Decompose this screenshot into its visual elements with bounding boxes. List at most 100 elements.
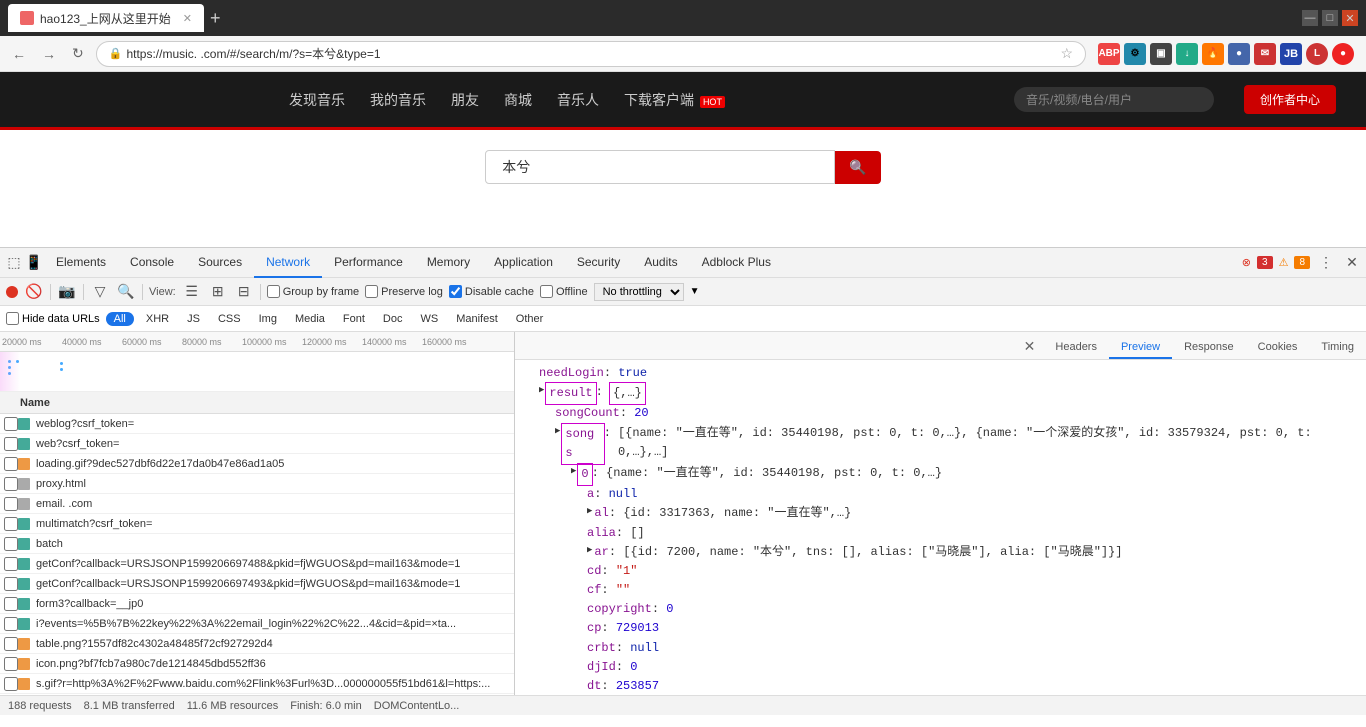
list-item[interactable]: loading.gif?9dec527dbf6d22e17da0b47e86ad… [0,454,514,474]
tab-response[interactable]: Response [1172,337,1246,359]
tab-audits[interactable]: Audits [632,248,689,278]
list-item[interactable]: multimatch?csrf_token= [0,514,514,534]
request-checkbox[interactable] [4,637,18,651]
request-checkbox[interactable] [4,537,18,551]
filter-js[interactable]: JS [181,312,206,326]
ext-abp[interactable]: ABP [1098,43,1120,65]
list-item[interactable]: s.gif?r=http%3A%2F%2Fwww.baidu.com%2Flin… [0,674,514,694]
ext-7[interactable]: ✉ [1254,43,1276,65]
minimize-button[interactable]: — [1302,10,1318,26]
filter-ws[interactable]: WS [414,312,444,326]
list-item[interactable]: form3?callback=__jp0 [0,594,514,614]
tab-console[interactable]: Console [118,248,186,278]
search-button[interactable]: 🔍 [835,151,880,184]
preserve-log-label[interactable]: Preserve log [365,285,443,298]
ext-5[interactable]: 🔥 [1202,43,1224,65]
tab-security[interactable]: Security [565,248,632,278]
offline-label[interactable]: Offline [540,285,588,298]
tab-adblock[interactable]: Adblock Plus [690,248,783,278]
view-list-button[interactable]: ☰ [182,282,202,302]
result-expand[interactable]: ▶ [539,383,544,397]
tab-close-button[interactable]: ✕ [183,12,192,25]
filter-xhr[interactable]: XHR [140,312,175,326]
tab-memory[interactable]: Memory [415,248,482,278]
clear-button[interactable]: 🚫 [24,282,44,302]
nav-friends[interactable]: 朋友 [451,90,479,110]
disable-cache-label[interactable]: Disable cache [449,285,534,298]
filter-media[interactable]: Media [289,312,331,326]
list-item[interactable]: i?events=%5B%7B%22key%22%3A%22email_logi… [0,614,514,634]
request-checkbox[interactable] [4,677,18,691]
filter-font[interactable]: Font [337,312,371,326]
hide-data-checkbox[interactable] [6,312,19,325]
devtools-more-button[interactable]: ⋮ [1316,253,1336,273]
tab-performance[interactable]: Performance [322,248,415,278]
request-checkbox[interactable] [4,437,18,451]
request-checkbox[interactable] [4,557,18,571]
active-tab[interactable]: hao123_上网从这里开始 ✕ [8,4,204,32]
filter-button[interactable]: ▽ [90,282,110,302]
tab-timing[interactable]: Timing [1309,337,1366,359]
tab-preview[interactable]: Preview [1109,337,1172,359]
maximize-button[interactable]: □ [1322,10,1338,26]
request-checkbox[interactable] [4,657,18,671]
ext-jb[interactable]: JB [1280,43,1302,65]
list-item[interactable]: batch [0,534,514,554]
hide-data-label[interactable]: Hide data URLs [6,312,100,325]
bookmark-icon[interactable]: ☆ [1060,45,1073,62]
view-tree-button[interactable]: ⊟ [234,282,254,302]
filter-img[interactable]: Img [253,312,283,326]
devtools-close-button[interactable]: ✕ [1342,253,1362,273]
ext-6[interactable]: ● [1228,43,1250,65]
request-checkbox[interactable] [4,577,18,591]
filter-all[interactable]: All [106,312,134,326]
site-search-box[interactable]: 音乐/视频/电台/用户 [1014,87,1214,112]
reload-button[interactable]: ↻ [68,43,88,64]
search-input[interactable] [485,150,835,184]
list-item[interactable]: web?csrf_token= [0,434,514,454]
list-item[interactable]: icon.png?bf7fcb7a980c7de1214845dbd552ff3… [0,654,514,674]
group-frame-checkbox[interactable] [267,285,280,298]
list-item[interactable]: getConf?callback=URSJSONP1599206697493&p… [0,574,514,594]
filter-other[interactable]: Other [510,312,550,326]
ar-expand[interactable]: ▶ [587,543,592,557]
search-button[interactable]: 🔍 [116,282,136,302]
filter-doc[interactable]: Doc [377,312,409,326]
request-checkbox[interactable] [4,617,18,631]
offline-checkbox[interactable] [540,285,553,298]
ext-3[interactable]: ▣ [1150,43,1172,65]
songs-expand[interactable]: ▶ [555,424,560,438]
tab-elements[interactable]: Elements [44,248,118,278]
new-tab-button[interactable]: + [210,8,221,29]
request-checkbox[interactable] [4,477,18,491]
nav-download[interactable]: 下载客户端 HOT [624,90,725,110]
al-expand[interactable]: ▶ [587,504,592,518]
view-large-button[interactable]: ⊞ [208,282,228,302]
filter-css[interactable]: CSS [212,312,247,326]
filter-manifest[interactable]: Manifest [450,312,504,326]
request-checkbox[interactable] [4,517,18,531]
request-checkbox[interactable] [4,497,18,511]
close-button[interactable]: ✕ [1342,10,1358,26]
ext-last[interactable]: ● [1332,43,1354,65]
record-button[interactable] [6,286,18,298]
disable-cache-checkbox[interactable] [449,285,462,298]
request-checkbox[interactable] [4,457,18,471]
back-button[interactable]: ← [8,44,30,64]
list-item[interactable]: email. .com [0,494,514,514]
request-checkbox[interactable] [4,597,18,611]
url-box[interactable]: 🔒 https://music. .com/#/search/m/?s=本兮&t… [96,41,1086,67]
tab-cookies[interactable]: Cookies [1246,337,1310,359]
ext-4[interactable]: ↓ [1176,43,1198,65]
nav-mymusic[interactable]: 我的音乐 [370,90,426,110]
item0-expand[interactable]: ▶ [571,464,576,478]
ext-2[interactable]: ⚙ [1124,43,1146,65]
capture-screenshot-button[interactable]: 📷 [57,282,77,302]
preserve-log-checkbox[interactable] [365,285,378,298]
request-checkbox[interactable] [4,417,18,431]
group-frame-label[interactable]: Group by frame [267,285,359,298]
devtools-device-button[interactable]: 📱 [24,253,44,273]
forward-button[interactable]: → [38,44,60,64]
nav-shop[interactable]: 商城 [504,90,532,110]
tab-headers[interactable]: Headers [1043,337,1109,359]
